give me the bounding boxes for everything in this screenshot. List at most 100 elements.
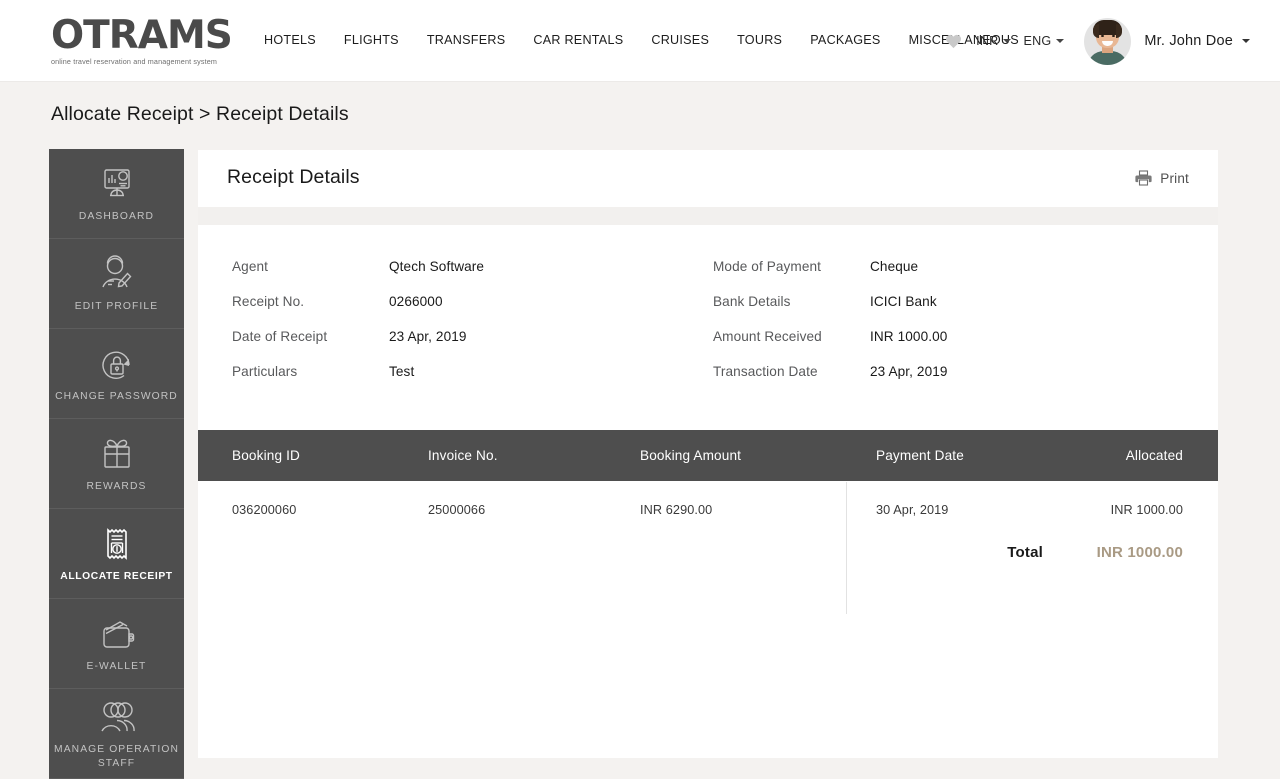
wallet-icon xyxy=(96,614,138,656)
sidebar-label: DASHBOARD xyxy=(78,210,155,222)
detail-label: Bank Details xyxy=(713,294,791,309)
detail-value: 0266000 xyxy=(389,294,443,309)
sidebar-item-manage-operation-staff[interactable]: MANAGE OPERATION STAFF xyxy=(49,689,184,779)
heart-icon[interactable] xyxy=(945,33,962,49)
avatar-body xyxy=(1087,50,1129,65)
column-header-payment-date: Payment Date xyxy=(876,448,964,463)
sidebar-label: EDIT PROFILE xyxy=(74,300,159,312)
user-name-label: Mr. John Doe xyxy=(1144,33,1233,49)
total-row: Total INR 1000.00 xyxy=(198,544,1218,561)
detail-row-mode-of-payment: Mode of Payment Cheque xyxy=(713,258,948,293)
avatar-hair-right xyxy=(1116,23,1123,38)
cell-payment-date: 30 Apr, 2019 xyxy=(876,502,949,517)
detail-row-amount-received: Amount Received INR 1000.00 xyxy=(713,328,948,363)
sidebar: DASHBOARD EDIT PROFILE CHANGE PASSWORD R… xyxy=(49,149,184,779)
column-header-booking-id: Booking ID xyxy=(232,448,300,463)
language-selector[interactable]: ENG xyxy=(1023,34,1065,48)
detail-row-receipt-no: Receipt No. 0266000 xyxy=(232,293,484,328)
user-edit-icon xyxy=(96,254,138,296)
print-label: Print xyxy=(1160,170,1189,186)
lock-refresh-icon xyxy=(96,344,138,386)
currency-selector[interactable]: INR xyxy=(976,34,1012,48)
total-value: INR 1000.00 xyxy=(1096,544,1183,561)
receipt-card-body: Agent Qtech Software Receipt No. 0266000… xyxy=(198,225,1218,758)
print-button[interactable]: Print xyxy=(1135,170,1189,186)
sidebar-item-allocate-receipt[interactable]: ALLOCATE RECEIPT xyxy=(49,509,184,599)
detail-value: 23 Apr, 2019 xyxy=(389,329,467,344)
nav-item-transfers[interactable]: TRANSFERS xyxy=(413,33,520,47)
sidebar-item-change-password[interactable]: CHANGE PASSWORD xyxy=(49,329,184,419)
sidebar-label: REWARDS xyxy=(86,480,147,492)
detail-value: Cheque xyxy=(870,259,919,274)
printer-icon xyxy=(1135,170,1152,186)
nav-item-cruises[interactable]: CRUISES xyxy=(637,33,723,47)
sidebar-item-e-wallet[interactable]: E-WALLET xyxy=(49,599,184,689)
sidebar-item-rewards[interactable]: REWARDS xyxy=(49,419,184,509)
receipt-details-section: Agent Qtech Software Receipt No. 0266000… xyxy=(198,225,1218,430)
receipt-card-header: Receipt Details Print xyxy=(198,150,1218,207)
bookings-table: Booking ID Invoice No. Booking Amount Pa… xyxy=(198,430,1218,538)
chevron-down-icon xyxy=(1056,39,1065,43)
column-header-invoice-no: Invoice No. xyxy=(428,448,498,463)
main-navigation: HOTELS FLIGHTS TRANSFERS CAR RENTALS CRU… xyxy=(264,33,1033,47)
otrams-logo[interactable]: OTRAMS online travel reservation and man… xyxy=(51,13,233,68)
sidebar-item-dashboard[interactable]: DASHBOARD xyxy=(49,149,184,239)
detail-value: Test xyxy=(389,364,415,379)
sidebar-label: CHANGE PASSWORD xyxy=(55,390,178,402)
logo-wordmark: OTRAMS xyxy=(51,13,233,58)
currency-value: INR xyxy=(976,34,999,48)
sidebar-label: E-WALLET xyxy=(86,660,147,672)
table-row: 036200060 25000066 INR 6290.00 30 Apr, 2… xyxy=(198,481,1218,538)
detail-row-agent: Agent Qtech Software xyxy=(232,258,484,293)
detail-row-bank-details: Bank Details ICICI Bank xyxy=(713,293,948,328)
nav-item-tours[interactable]: TOURS xyxy=(723,33,796,47)
detail-label: Transaction Date xyxy=(713,364,818,379)
avatar-hair-left xyxy=(1093,23,1100,38)
sidebar-label: MANAGE OPERATION STAFF xyxy=(54,744,179,769)
page-title: Receipt Details xyxy=(227,166,360,188)
detail-value: 23 Apr, 2019 xyxy=(870,364,948,379)
detail-label: Agent xyxy=(232,259,269,274)
detail-row-date-of-receipt: Date of Receipt 23 Apr, 2019 xyxy=(232,328,484,363)
language-value: ENG xyxy=(1023,34,1052,48)
cell-booking-amount: INR 6290.00 xyxy=(640,502,713,517)
top-header: OTRAMS online travel reservation and man… xyxy=(0,0,1280,82)
nav-item-packages[interactable]: PACKAGES xyxy=(796,33,894,47)
nav-item-car-rentals[interactable]: CAR RENTALS xyxy=(519,33,637,47)
sidebar-item-edit-profile[interactable]: EDIT PROFILE xyxy=(49,239,184,329)
cell-invoice-no: 25000066 xyxy=(428,502,486,517)
nav-item-flights[interactable]: FLIGHTS xyxy=(330,33,413,47)
detail-label: Particulars xyxy=(232,364,298,379)
details-column-right: Mode of Payment Cheque Bank Details ICIC… xyxy=(713,258,948,398)
receipt-icon xyxy=(97,524,137,566)
details-vertical-divider xyxy=(846,482,847,614)
table-header-row: Booking ID Invoice No. Booking Amount Pa… xyxy=(198,430,1218,481)
details-column-left: Agent Qtech Software Receipt No. 0266000… xyxy=(232,258,484,398)
cell-allocated: INR 1000.00 xyxy=(1110,502,1183,517)
users-icon xyxy=(95,697,139,739)
user-menu[interactable]: Mr. John Doe xyxy=(1144,33,1250,49)
detail-label: Date of Receipt xyxy=(232,329,328,344)
detail-label: Mode of Payment xyxy=(713,259,822,274)
logo-tagline: online travel reservation and management… xyxy=(51,57,218,66)
dashboard-icon xyxy=(97,164,137,206)
header-right-controls: INR ENG Mr. John Doe xyxy=(945,0,1280,82)
detail-value: INR 1000.00 xyxy=(870,329,948,344)
column-header-booking-amount: Booking Amount xyxy=(640,448,742,463)
detail-row-transaction-date: Transaction Date 23 Apr, 2019 xyxy=(713,363,948,398)
nav-item-hotels[interactable]: HOTELS xyxy=(264,33,330,47)
cell-booking-id[interactable]: 036200060 xyxy=(198,503,428,517)
detail-value: ICICI Bank xyxy=(870,294,937,309)
chevron-down-icon xyxy=(1003,39,1012,43)
gift-icon xyxy=(96,434,138,476)
total-label: Total xyxy=(1007,544,1043,561)
avatar[interactable] xyxy=(1084,17,1132,65)
sidebar-label: ALLOCATE RECEIPT xyxy=(60,570,173,582)
detail-label: Amount Received xyxy=(713,329,822,344)
chevron-down-icon xyxy=(1242,39,1250,43)
detail-value: Qtech Software xyxy=(389,259,485,274)
detail-label: Receipt No. xyxy=(232,294,305,309)
section-divider-strip xyxy=(198,207,1218,225)
column-header-allocated: Allocated xyxy=(1125,448,1183,463)
detail-row-particulars: Particulars Test xyxy=(232,363,484,398)
